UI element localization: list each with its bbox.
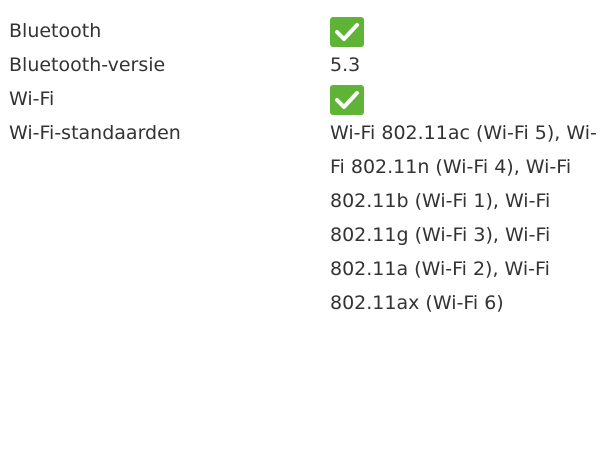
spec-value: Wi-Fi 802.11ac (Wi-Fi 5), Wi-Fi 802.11n … xyxy=(330,122,597,314)
spec-row-wifi: Wi-Fi xyxy=(9,82,599,116)
spec-label: Wi-Fi-standaarden xyxy=(9,122,181,144)
spec-value xyxy=(330,14,599,48)
spec-label: Bluetooth xyxy=(9,20,102,42)
spec-value xyxy=(330,82,599,116)
checkmark-icon xyxy=(330,85,364,115)
spec-label: Bluetooth-versie xyxy=(9,54,166,76)
spec-value: 5.3 xyxy=(330,54,361,76)
spec-table: Bluetooth Bluetooth-versie 5.3 Wi-Fi Wi-… xyxy=(9,14,599,320)
spec-row-wifi-standards: Wi-Fi-standaarden Wi-Fi 802.11ac (Wi-Fi … xyxy=(9,116,599,320)
spec-label: Wi-Fi xyxy=(9,88,55,110)
spec-row-bluetooth-version: Bluetooth-versie 5.3 xyxy=(9,48,599,82)
checkmark-icon xyxy=(330,17,364,47)
spec-row-bluetooth: Bluetooth xyxy=(9,14,599,48)
